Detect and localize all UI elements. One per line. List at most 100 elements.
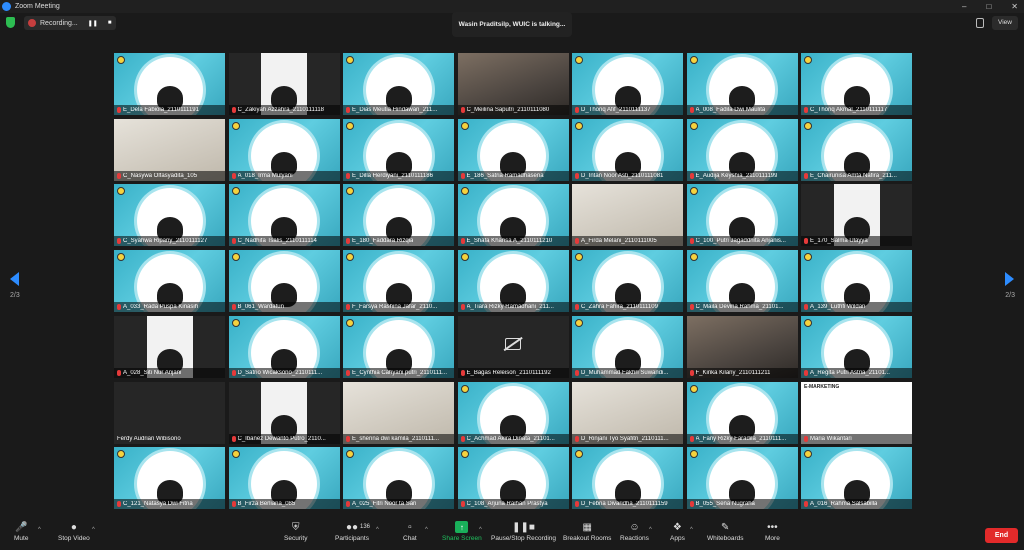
participant-tile[interactable]: C_Zakiyah Azzahra_2110111118 — [228, 53, 340, 115]
chat-options-caret-icon[interactable]: ^ — [425, 527, 428, 533]
apps-button[interactable]: ❖ Apps — [670, 521, 685, 543]
previous-page-arrow-icon[interactable] — [10, 272, 19, 286]
muted-mic-icon — [575, 304, 579, 311]
participant-tile[interactable]: E_Dela Fabiola_2110111191 — [114, 53, 225, 115]
breakout-rooms-button[interactable]: ▦ Breakout Rooms — [563, 521, 611, 543]
participant-name-bar: E_180_Faddara Rizqia — [343, 236, 454, 247]
participant-tile[interactable]: A_016_Rahma Salsabilla — [801, 447, 912, 510]
participant-tile[interactable]: E_170_Salma Ulayya — [801, 184, 912, 247]
participant-tile[interactable]: E_Cynthia Cahyani putri_2110111... — [343, 315, 454, 378]
chat-label: Chat — [403, 535, 417, 542]
participant-tile[interactable]: A_Regita Putri Astria_21101... — [801, 315, 912, 378]
apps-options-caret-icon[interactable]: ^ — [690, 527, 693, 533]
participant-name-bar: D_Muhammad Fakhri Suwandi... — [572, 367, 683, 378]
muted-mic-icon — [460, 369, 465, 376]
recording-label: Recording... — [40, 19, 78, 27]
participant-name-bar: B_Firza Berliana_085 — [228, 499, 340, 510]
mute-button[interactable]: 🎤 Mute — [14, 521, 28, 543]
participant-tile[interactable]: C_100_Putri Jagaddhita Anjanis... — [686, 184, 798, 247]
participant-tile[interactable]: B_055_Sena Nugraha — [686, 447, 798, 510]
participant-tile[interactable]: A_025_Fitri Noor ta Sari — [343, 447, 454, 510]
participant-name-bar: C_Nadhifa Tsalis_2110111114 — [228, 236, 340, 247]
participant-tile[interactable]: E_Audija Keyshia_2110111199 — [686, 118, 798, 181]
participant-tile[interactable]: A_028_Siti Nur Anjani — [114, 315, 225, 378]
participant-tile[interactable]: C_Meilina Saputri_2110111080 — [457, 53, 569, 115]
participant-tile[interactable]: D_Rinjani Tyo Syafitri_2110111... — [572, 381, 683, 444]
participant-tile[interactable]: C_108_Arjuna Raihan Prastya — [457, 447, 569, 510]
participant-tile[interactable]: E_Dilla Herdiyani_2110111186 — [343, 118, 454, 181]
shield-icon[interactable] — [6, 17, 15, 28]
participant-tile[interactable]: C_Achmad Akira Dinata_21101... — [457, 381, 569, 444]
participant-tile[interactable]: E_Bagas Releison_2110111192 — [457, 315, 569, 378]
participant-tile[interactable]: C_Maila Devina Rahma_21101... — [686, 250, 798, 313]
participant-tile[interactable]: A_033_Rada Puspa Kinasih — [114, 250, 225, 313]
muted-mic-icon — [117, 501, 121, 508]
participant-tile[interactable]: E_Dias Meutia Hindawan_211... — [343, 53, 454, 115]
participant-tile[interactable]: E_180_Faddara Rizqia — [343, 184, 454, 247]
participant-name-bar: A_028_Siti Nur Anjani — [114, 367, 225, 378]
participant-tile[interactable]: C_Ibanez Dewanto Putro_2110... — [228, 381, 340, 444]
participants-options-caret-icon[interactable]: ^ — [376, 527, 379, 533]
minimize-icon[interactable]: – — [962, 0, 966, 13]
participant-tile[interactable]: E_186_Satria Ramadhasena — [457, 118, 569, 181]
participants-panel-icon[interactable] — [976, 18, 984, 28]
view-button[interactable]: View — [992, 16, 1018, 30]
participant-tile[interactable]: F_Kirika Kilany_2110111211 — [686, 315, 798, 378]
muted-mic-icon — [346, 172, 350, 179]
participant-tile[interactable]: C_Syahwa Ripany_2110111127 — [114, 184, 225, 247]
participant-name: C_Maila Devina Rahma_21101... — [695, 304, 784, 311]
mute-options-caret-icon[interactable]: ^ — [38, 527, 41, 533]
stop-video-button[interactable]: ● Stop Video — [58, 521, 90, 543]
participant-tile[interactable]: A_008_Fadila Dwi Maulita — [686, 53, 798, 115]
end-meeting-button[interactable]: End — [985, 528, 1018, 543]
participant-name: E_Cynthia Cahyani putri_2110111... — [352, 369, 448, 376]
participant-tile[interactable]: C_Nadhifa Tsalis_2110111114 — [228, 184, 340, 247]
participant-name: A_016_Rahma Salsabilla — [810, 501, 878, 508]
close-icon[interactable]: ✕ — [1011, 0, 1018, 13]
share-screen-button[interactable]: ↑ Share Screen — [442, 521, 482, 542]
reactions-button[interactable]: ☺ Reactions — [620, 521, 649, 543]
stop-recording-icon[interactable]: ■ — [108, 20, 112, 26]
participant-tile[interactable]: D_Intan Noor Asti_2110111081 — [572, 118, 683, 181]
participant-tile[interactable]: E_Shafa Khansa A_2110111210 — [457, 184, 569, 247]
video-options-caret-icon[interactable]: ^ — [92, 527, 95, 533]
participant-tile[interactable]: E_sherina dwi kamila_2110111... — [343, 381, 454, 444]
participant-tile[interactable]: C_Thoriq Akmal_2110111117 — [801, 53, 912, 115]
participant-tile[interactable]: A_Tiara Rizky Ramadhani_211... — [457, 250, 569, 313]
participant-tile[interactable]: A_Firda Melani_2110111005 — [572, 184, 683, 247]
whiteboard-icon: ✎ — [721, 521, 730, 533]
participant-tile[interactable]: E-MARKETING Maria Wikantari — [801, 381, 912, 444]
participant-tile[interactable]: C_Nasywa Olfasyadita_105 — [114, 118, 225, 181]
next-page-arrow-icon[interactable] — [1005, 272, 1014, 286]
maximize-icon[interactable]: □ — [986, 0, 991, 13]
whiteboards-button[interactable]: ✎ Whiteboards — [707, 521, 744, 543]
participant-tile[interactable]: D_Thoriq Afif_2110111137 — [572, 53, 683, 115]
security-button[interactable]: ⛨ Security — [284, 521, 307, 543]
participant-tile[interactable]: A_018_Irma Mulyani — [228, 118, 340, 181]
participant-tile[interactable]: D_Febria Divaridha_2110111159 — [572, 447, 683, 510]
muted-mic-icon — [689, 304, 694, 311]
participant-name: A_018_Irma Mulyani — [237, 172, 293, 179]
pause-recording-icon[interactable]: ❚❚ — [88, 20, 98, 27]
share-options-caret-icon[interactable]: ^ — [479, 527, 482, 533]
pause-stop-recording-button[interactable]: ❚❚■ Pause/Stop Recording — [491, 521, 556, 543]
participant-tile[interactable]: A_Fany Rizky Faradila_2110111... — [686, 381, 798, 444]
participant-name-bar: D_Satrio Wicaksono_2110111... — [228, 367, 340, 378]
participant-tile[interactable]: D_Muhammad Fakhri Suwandi... — [572, 315, 683, 378]
participant-tile[interactable]: F_Farsya Rashina Jafar_2110... — [343, 250, 454, 313]
participant-tile[interactable]: C_Zahra Fahira_2110111109 — [572, 250, 683, 313]
reactions-options-caret-icon[interactable]: ^ — [649, 527, 652, 533]
participant-name: C_Nadhifa Tsalis_2110111114 — [237, 238, 317, 245]
chat-button[interactable]: ▫ Chat — [403, 521, 417, 543]
participant-tile[interactable]: Ferdy Audrian Wibisono — [114, 381, 225, 444]
participant-tile[interactable]: B_061_Wardatun — [228, 250, 340, 313]
participant-tile[interactable]: B_Firza Berliana_085 — [228, 447, 340, 510]
participant-tile[interactable]: C_121_Natasya Dwi Fitria — [114, 447, 225, 510]
smiley-icon — [575, 121, 583, 130]
participant-tile[interactable]: D_Satrio Wicaksono_2110111... — [228, 315, 340, 378]
participant-tile[interactable]: E_Chairunisa Amta Nafira_211... — [801, 118, 912, 181]
participant-name: C_108_Arjuna Raihan Prastya — [466, 501, 548, 508]
participant-tile[interactable]: A_139_Luthfi Wildan — [801, 250, 912, 313]
smiley-icon — [231, 318, 240, 327]
more-button[interactable]: ••• More — [765, 521, 780, 543]
